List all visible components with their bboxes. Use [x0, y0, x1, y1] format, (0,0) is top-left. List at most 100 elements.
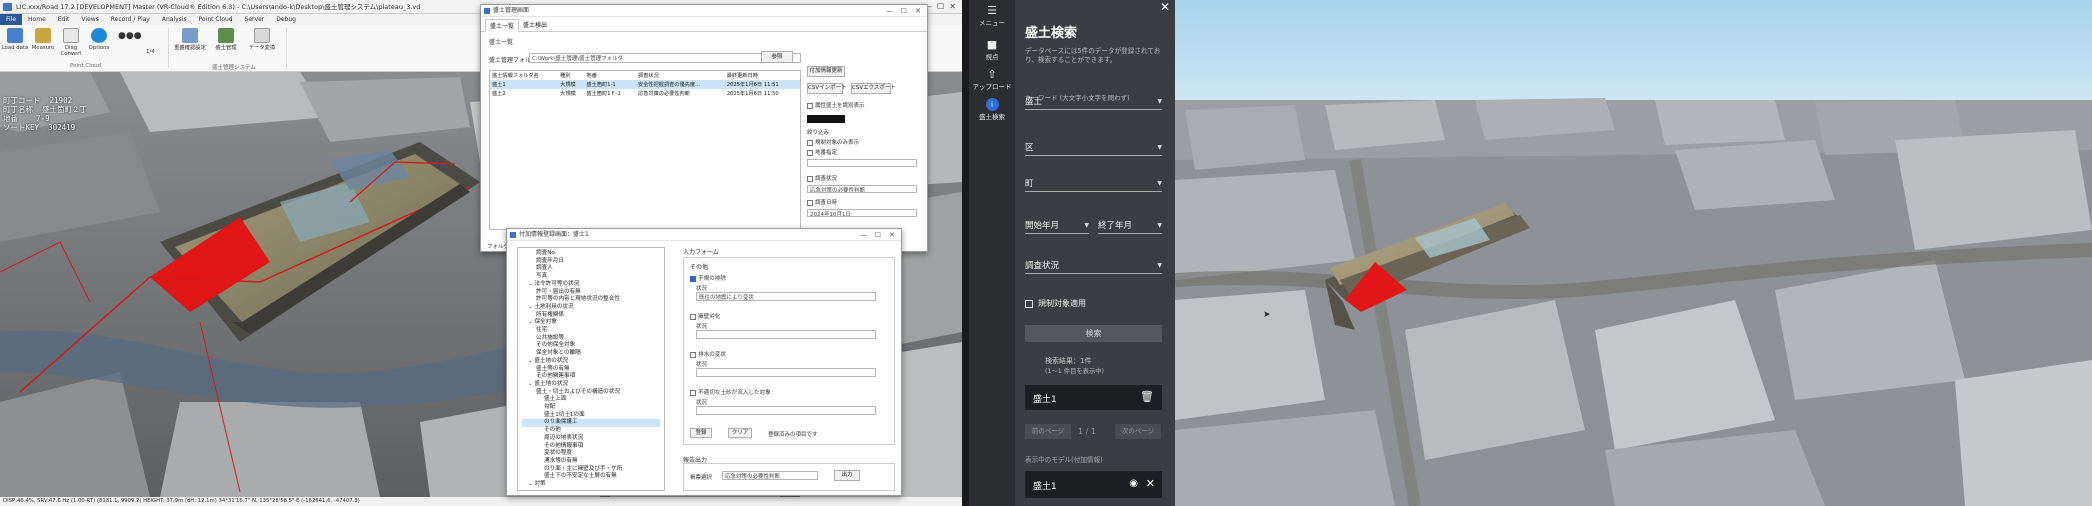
tree-item[interactable]: ⌄ 盛土地の状況: [522, 358, 660, 366]
parcel-checkbox[interactable]: 地番指定: [807, 148, 837, 156]
town-select[interactable]: 町 ▼: [1025, 174, 1162, 192]
tree-item[interactable]: 湧水等の有無: [522, 458, 660, 466]
zoom-value[interactable]: 1/4: [144, 49, 162, 57]
date-checkbox[interactable]: 調査日時: [807, 198, 837, 206]
tree-item[interactable]: 調査No.: [522, 250, 660, 258]
morido-manage-button[interactable]: 盛土管理: [211, 28, 241, 51]
status-checkbox[interactable]: 調査状況: [807, 174, 837, 182]
table-row[interactable]: 盛土2 大規模 盛土箇町1Ｆ-1 応急対策の必要性判断 2025年1月6日 11…: [490, 89, 800, 98]
tree-item[interactable]: ⌄ 土地利用の状況: [522, 304, 660, 312]
window-controls-icon[interactable]: — ☐ ✕: [924, 0, 956, 14]
column-header[interactable]: 調査状況: [636, 71, 725, 80]
tree-item[interactable]: その他関連事項: [522, 373, 660, 381]
search-button[interactable]: 検索: [1025, 325, 1162, 342]
update-info-button[interactable]: 付加情報更新: [807, 66, 845, 77]
measure-button[interactable]: Measure: [28, 28, 58, 51]
form-check-item[interactable]: 排水の変状: [690, 350, 726, 358]
form-status-input[interactable]: [696, 406, 876, 415]
tree-item[interactable]: ⌄ 対策: [522, 481, 660, 489]
result-item[interactable]: 盛土1 🗑: [1025, 385, 1162, 410]
tree-item[interactable]: 住宅: [522, 327, 660, 335]
end-month-select[interactable]: 終了年月 ▼: [1098, 216, 1162, 234]
eye-icon[interactable]: ◉: [1129, 478, 1138, 489]
color-swatch[interactable]: [807, 115, 845, 123]
tree-item[interactable]: 勾配: [522, 404, 660, 412]
status-select[interactable]: 応急対策の必要性判断: [807, 185, 917, 193]
close-icon[interactable]: ✕: [1146, 477, 1155, 490]
column-header[interactable]: 地番: [584, 71, 636, 80]
column-header[interactable]: 最終更新日時: [725, 71, 800, 80]
tree-item[interactable]: 調査人: [522, 265, 660, 273]
menu-record-play[interactable]: Record / Play: [105, 14, 156, 25]
browse-button[interactable]: 参照: [761, 51, 793, 63]
ward-select[interactable]: 区 ▼: [1025, 138, 1162, 156]
date-input[interactable]: 2024年10月1日: [807, 209, 917, 217]
tree-item[interactable]: 盛土下の不安定な土層の有無: [522, 473, 660, 481]
menu-point-cloud[interactable]: Point Cloud: [193, 14, 239, 25]
output-button[interactable]: 出力: [834, 470, 860, 481]
menu-analysis[interactable]: Analysis: [156, 14, 193, 25]
start-month-select[interactable]: 開始年月 ▼: [1025, 216, 1089, 234]
colored-display-checkbox[interactable]: 属性盛土を識別表示: [807, 101, 865, 109]
options-button[interactable]: Options: [84, 28, 114, 51]
tree-item[interactable]: 変状の程度: [522, 450, 660, 458]
menu-server[interactable]: Server: [239, 14, 271, 25]
next-page-button[interactable]: 次のページ: [1115, 424, 1161, 439]
table-row[interactable]: 盛土1 大規模 盛土箇町1-1 安全性把握調査の優先度... 2025年1月6日…: [490, 80, 800, 89]
form-status-input[interactable]: [696, 330, 876, 339]
column-header[interactable]: 盛土情報フォルダ名: [490, 71, 558, 80]
csv-export-button[interactable]: CSVエクスポート: [851, 83, 896, 94]
register-button[interactable]: 登録: [690, 428, 712, 438]
clear-button[interactable]: クリア: [728, 428, 752, 438]
csv-import-button[interactable]: CSVインポート: [807, 83, 847, 94]
regulated-checkbox[interactable]: 規制対象適用: [1025, 298, 1086, 309]
tree-item[interactable]: ⌄ 保全対象: [522, 319, 660, 327]
sidebar-item-upload[interactable]: ⇧ アップロード: [969, 68, 1015, 91]
report-select[interactable]: 応急対策の必要性判断: [722, 471, 818, 480]
tree-item[interactable]: 盛土上面: [522, 396, 660, 404]
parcel-input[interactable]: [807, 159, 917, 167]
tree-item[interactable]: ⌄ 法令許可等の状況: [522, 281, 660, 289]
close-icon[interactable]: ✕: [915, 5, 921, 17]
tree-item[interactable]: 盛土・切土およびその構造の状況: [522, 389, 660, 397]
menu-home[interactable]: Home: [22, 14, 52, 25]
close-icon[interactable]: ✕: [1160, 0, 1170, 14]
morido-list-table[interactable]: 盛土情報フォルダ名 種別 地番 調査状況 最終更新日時 盛土1 大規模 盛土箇町…: [489, 70, 801, 230]
keyword-field[interactable]: キーワード (大文字小文字を問わず) 盛土 ▼: [1025, 92, 1162, 110]
tree-item[interactable]: のり面保護工: [522, 419, 660, 428]
displayed-model-item[interactable]: 盛土1 ◉ ✕: [1025, 471, 1162, 498]
diag-convert-button[interactable]: Diag Convert: [56, 28, 86, 57]
form-check-item[interactable]: 擁壁劣化: [690, 312, 720, 320]
minimize-icon[interactable]: —: [860, 229, 867, 241]
close-icon[interactable]: ✕: [889, 229, 895, 241]
form-check-item[interactable]: 不適切な土砂が流入した対象: [690, 388, 771, 396]
sidebar-item-menu[interactable]: ☰ メニュー: [969, 4, 1015, 27]
form-status-input[interactable]: [696, 368, 876, 377]
form-check-item[interactable]: 不規の排除: [690, 274, 726, 282]
menu-edit[interactable]: Edit: [52, 14, 76, 25]
tree-item[interactable]: 周辺の地表状況: [522, 435, 660, 443]
trash-icon[interactable]: 🗑: [1140, 390, 1154, 403]
data-convert-button[interactable]: データ変換: [246, 28, 278, 51]
column-header[interactable]: 種別: [558, 71, 584, 80]
points-icon[interactable]: ●●●: [118, 31, 142, 41]
tree-item[interactable]: 写真: [522, 273, 660, 281]
tree-item[interactable]: その他保全対象: [522, 342, 660, 350]
maximize-icon[interactable]: ☐: [901, 5, 907, 17]
prev-page-button[interactable]: 前のページ: [1025, 424, 1071, 439]
form-status-input[interactable]: 既往の地震により変状: [696, 292, 876, 301]
tree-item[interactable]: その他情報事項: [522, 443, 660, 451]
tab-morido-detect[interactable]: 盛土検出: [519, 19, 551, 31]
load-data-button[interactable]: Load data: [0, 28, 30, 51]
sidebar-item-search[interactable]: i 盛土検索: [969, 98, 1015, 121]
minimize-icon[interactable]: —: [886, 5, 893, 17]
tree-item[interactable]: ⌄ 盛土地の状況: [522, 381, 660, 389]
tree-item[interactable]: 許可等の内容と現地状況の整合性: [522, 296, 660, 304]
info-tree[interactable]: 調査No. 調査年月日 調査人 写真 ⌄ 法令許可等の状況 許可・届出の有無 許可等の内容と…: [517, 247, 665, 491]
maximize-icon[interactable]: ☐: [875, 229, 881, 241]
overlap-check-button[interactable]: 重盛確認設定: [173, 28, 207, 51]
tree-item[interactable]: その他: [522, 427, 660, 435]
sidebar-item-viewpoint[interactable]: ■ 視点: [969, 38, 1015, 61]
map-scene[interactable]: ➤: [1175, 0, 2092, 506]
tree-item[interactable]: 盛土1切土1の面: [522, 412, 660, 420]
